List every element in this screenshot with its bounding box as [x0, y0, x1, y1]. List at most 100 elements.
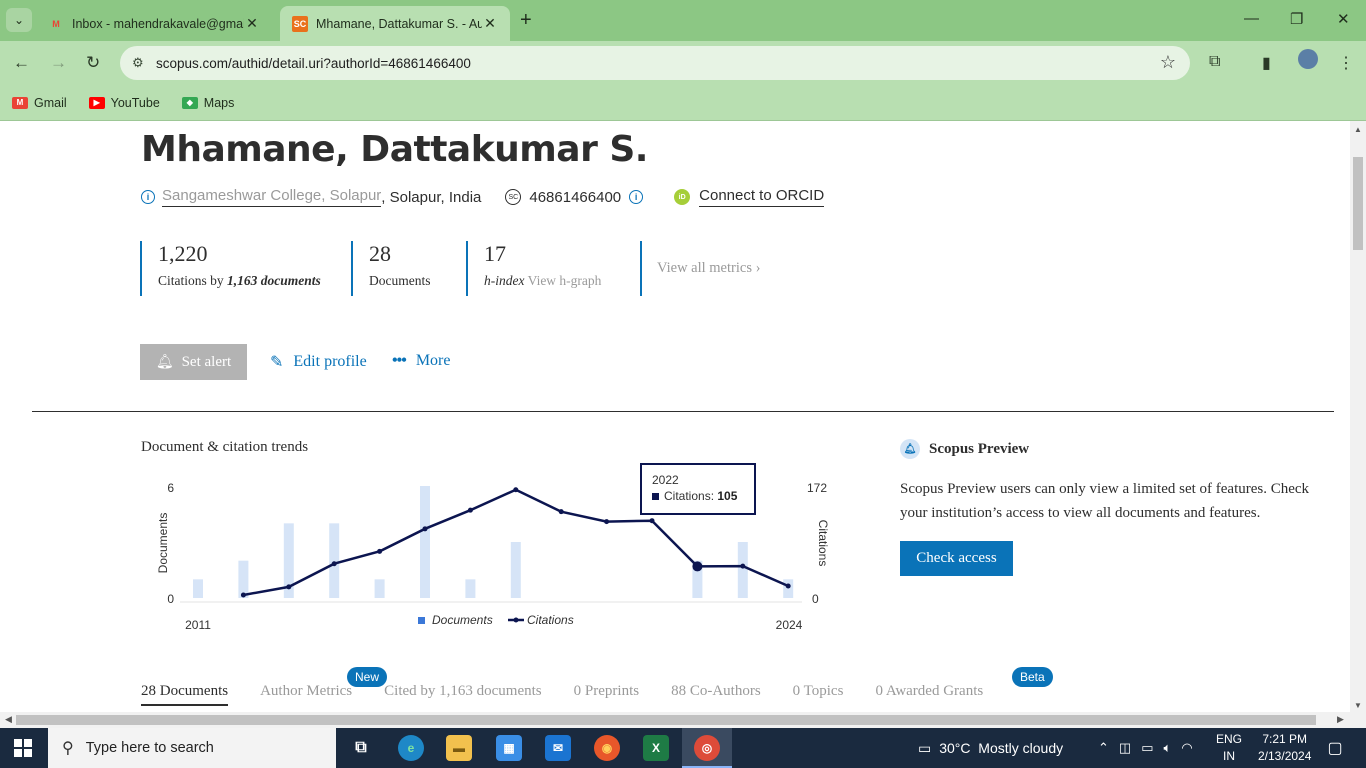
- connect-orcid-link[interactable]: Connect to ORCID: [699, 187, 825, 207]
- bookmark-youtube[interactable]: ▶ YouTube: [88, 96, 160, 110]
- volume-icon[interactable]: 🔈︎: [1164, 740, 1172, 756]
- tab-scopus-author[interactable]: SC Mhamane, Dattakumar S. - Author detai…: [280, 6, 510, 41]
- bell-icon: 🔔︎: [155, 354, 174, 370]
- info-icon[interactable]: i: [141, 190, 155, 204]
- metric-citations: 1,220 Citations by 1,163 documents: [140, 241, 352, 296]
- reload-icon[interactable]: ↻: [86, 53, 100, 73]
- tab-search-button[interactable]: ⌄: [6, 8, 32, 32]
- tab-preprints[interactable]: 0 Preprints: [574, 683, 639, 706]
- set-alert-button[interactable]: 🔔︎ Set alert: [140, 344, 247, 380]
- citation-point: [604, 519, 610, 525]
- citation-point: [649, 518, 655, 524]
- site-info-icon[interactable]: ⚙: [132, 55, 144, 71]
- scroll-left-arrow-icon[interactable]: ◀: [5, 714, 12, 725]
- chrome-icon[interactable]: ◎: [694, 735, 720, 761]
- page-content: Mhamane, Dattakumar S. i Sangameshwar Co…: [0, 121, 1350, 712]
- battery-icon[interactable]: ▭: [1141, 740, 1153, 756]
- windows-taskbar: ⚲ Type here to search ⧉ e ▬ ▦ ✉ ◉ X ◎ ▭ …: [0, 728, 1366, 768]
- citation-point: [377, 548, 383, 554]
- weather-widget[interactable]: ▭ 30°C Mostly cloudy: [918, 728, 1063, 768]
- section-divider: [32, 411, 1334, 412]
- vertical-scrollbar[interactable]: ▲ ▼: [1350, 121, 1366, 712]
- task-view-icon[interactable]: ⧉: [348, 735, 374, 761]
- wifi-icon[interactable]: ◠: [1181, 740, 1192, 756]
- close-window-icon[interactable]: ✕: [1337, 10, 1350, 28]
- beta-badge: Beta: [1012, 667, 1053, 687]
- check-access-button[interactable]: Check access: [900, 541, 1013, 576]
- scroll-down-arrow-icon[interactable]: ▼: [1354, 701, 1362, 710]
- scrollbar-thumb[interactable]: [1353, 157, 1363, 250]
- extensions-icon[interactable]: ⧉: [1209, 53, 1220, 71]
- affiliation-link[interactable]: Sangameshwar College, Solapur: [162, 187, 382, 207]
- profile-avatar[interactable]: [1298, 49, 1318, 69]
- close-tab-icon[interactable]: ✕: [482, 15, 498, 32]
- edit-profile-button[interactable]: ✎ Edit profile: [270, 352, 367, 372]
- excel-icon[interactable]: X: [643, 735, 669, 761]
- notification-center-icon[interactable]: ▢: [1322, 735, 1348, 761]
- new-tab-plus-icon[interactable]: +: [520, 9, 532, 32]
- browser-tab-strip: ⌄ M Inbox - mahendrakavale@gmail.com ✕ S…: [0, 0, 1366, 41]
- weather-text: 30°C Mostly cloudy: [939, 740, 1064, 756]
- scroll-right-arrow-icon[interactable]: ▶: [1337, 714, 1344, 725]
- file-explorer-icon[interactable]: ▬: [446, 735, 472, 761]
- legend-citations-label: Citations: [527, 613, 574, 627]
- address-bar[interactable]: ⚙ scopus.com/authid/detail.uri?authorId=…: [120, 46, 1190, 80]
- tab-gmail-inbox[interactable]: M Inbox - mahendrakavale@gmail.com ✕: [36, 6, 272, 41]
- horizontal-scrollbar[interactable]: ◀ ▶: [0, 712, 1350, 728]
- windows-start-icon[interactable]: [14, 739, 32, 757]
- taskbar-search-box[interactable]: ⚲ Type here to search: [48, 728, 336, 768]
- scrollbar-thumb[interactable]: [16, 715, 1316, 725]
- microsoft-store-icon[interactable]: ▦: [496, 735, 522, 761]
- side-panel-icon[interactable]: ▮: [1262, 53, 1271, 73]
- bell-icon: 🔔︎: [900, 439, 920, 459]
- tab-author-metrics[interactable]: Author Metrics: [260, 683, 352, 706]
- legend-citations-marker: [513, 617, 519, 623]
- info-icon[interactable]: i: [629, 190, 644, 204]
- view-h-graph-link[interactable]: View h-graph: [528, 273, 602, 288]
- left-axis-label: Documents: [156, 513, 170, 574]
- back-arrow-icon[interactable]: ←: [13, 53, 30, 73]
- citation-point: [422, 526, 428, 532]
- chart-tooltip: 2022 Citations: 105: [640, 463, 756, 515]
- clock[interactable]: 7:21 PM 2/13/2024: [1258, 731, 1311, 765]
- tab-co-authors[interactable]: 88 Co-Authors: [671, 683, 761, 706]
- forward-arrow-icon[interactable]: →: [50, 53, 67, 73]
- bookmark-maps[interactable]: ◆ Maps: [181, 96, 234, 110]
- set-alert-label: Set alert: [181, 353, 232, 370]
- meet-now-icon[interactable]: ◫: [1119, 740, 1131, 756]
- view-all-metrics-link[interactable]: View all metrics ›: [657, 260, 760, 277]
- close-tab-icon[interactable]: ✕: [244, 15, 260, 32]
- maps-icon: ◆: [181, 96, 198, 109]
- document-bar: [510, 542, 521, 598]
- bookmark-gmail[interactable]: M Gmail: [12, 96, 67, 110]
- more-button[interactable]: ••• More: [392, 352, 450, 370]
- search-placeholder: Type here to search: [85, 740, 214, 756]
- minimize-icon[interactable]: —: [1244, 10, 1259, 27]
- tab-title: Mhamane, Dattakumar S. - Author details …: [316, 16, 482, 31]
- language-indicator[interactable]: ENG IN: [1216, 731, 1242, 765]
- scroll-up-arrow-icon[interactable]: ▲: [1354, 125, 1362, 134]
- bookmarks-bar: M Gmail ▶ YouTube ◆ Maps: [0, 85, 1366, 121]
- document-bar: [193, 579, 203, 598]
- scopus-preview-heading: 🔔︎ Scopus Preview: [900, 439, 1029, 459]
- metric-hindex: 17 h-index View h-graph: [466, 241, 641, 296]
- restore-icon[interactable]: ❐: [1290, 10, 1303, 28]
- mail-icon[interactable]: ✉: [545, 735, 571, 761]
- firefox-icon[interactable]: ◉: [594, 735, 620, 761]
- tab-cited-by[interactable]: Cited by 1,163 documents: [384, 683, 542, 706]
- chevron-right-icon: ›: [755, 260, 761, 276]
- legend-documents-swatch: [418, 617, 425, 624]
- url-text: scopus.com/authid/detail.uri?authorId=46…: [156, 55, 471, 71]
- bookmark-star-icon[interactable]: ☆: [1160, 52, 1176, 73]
- tab-awarded-grants[interactable]: 0 Awarded Grants: [875, 683, 983, 706]
- menu-kebab-icon[interactable]: ⋮: [1338, 53, 1354, 73]
- tab-documents[interactable]: 28 Documents: [141, 683, 229, 706]
- citation-point: [692, 561, 703, 572]
- tab-topics[interactable]: 0 Topics: [793, 683, 844, 706]
- citation-point: [240, 592, 246, 598]
- edge-icon[interactable]: e: [398, 735, 424, 761]
- right-axis-tick: 0: [812, 592, 819, 606]
- date: 2/13/2024: [1258, 749, 1312, 763]
- show-hidden-icons-chevron-icon[interactable]: ⌃: [1098, 740, 1109, 756]
- document-bar: [783, 579, 794, 598]
